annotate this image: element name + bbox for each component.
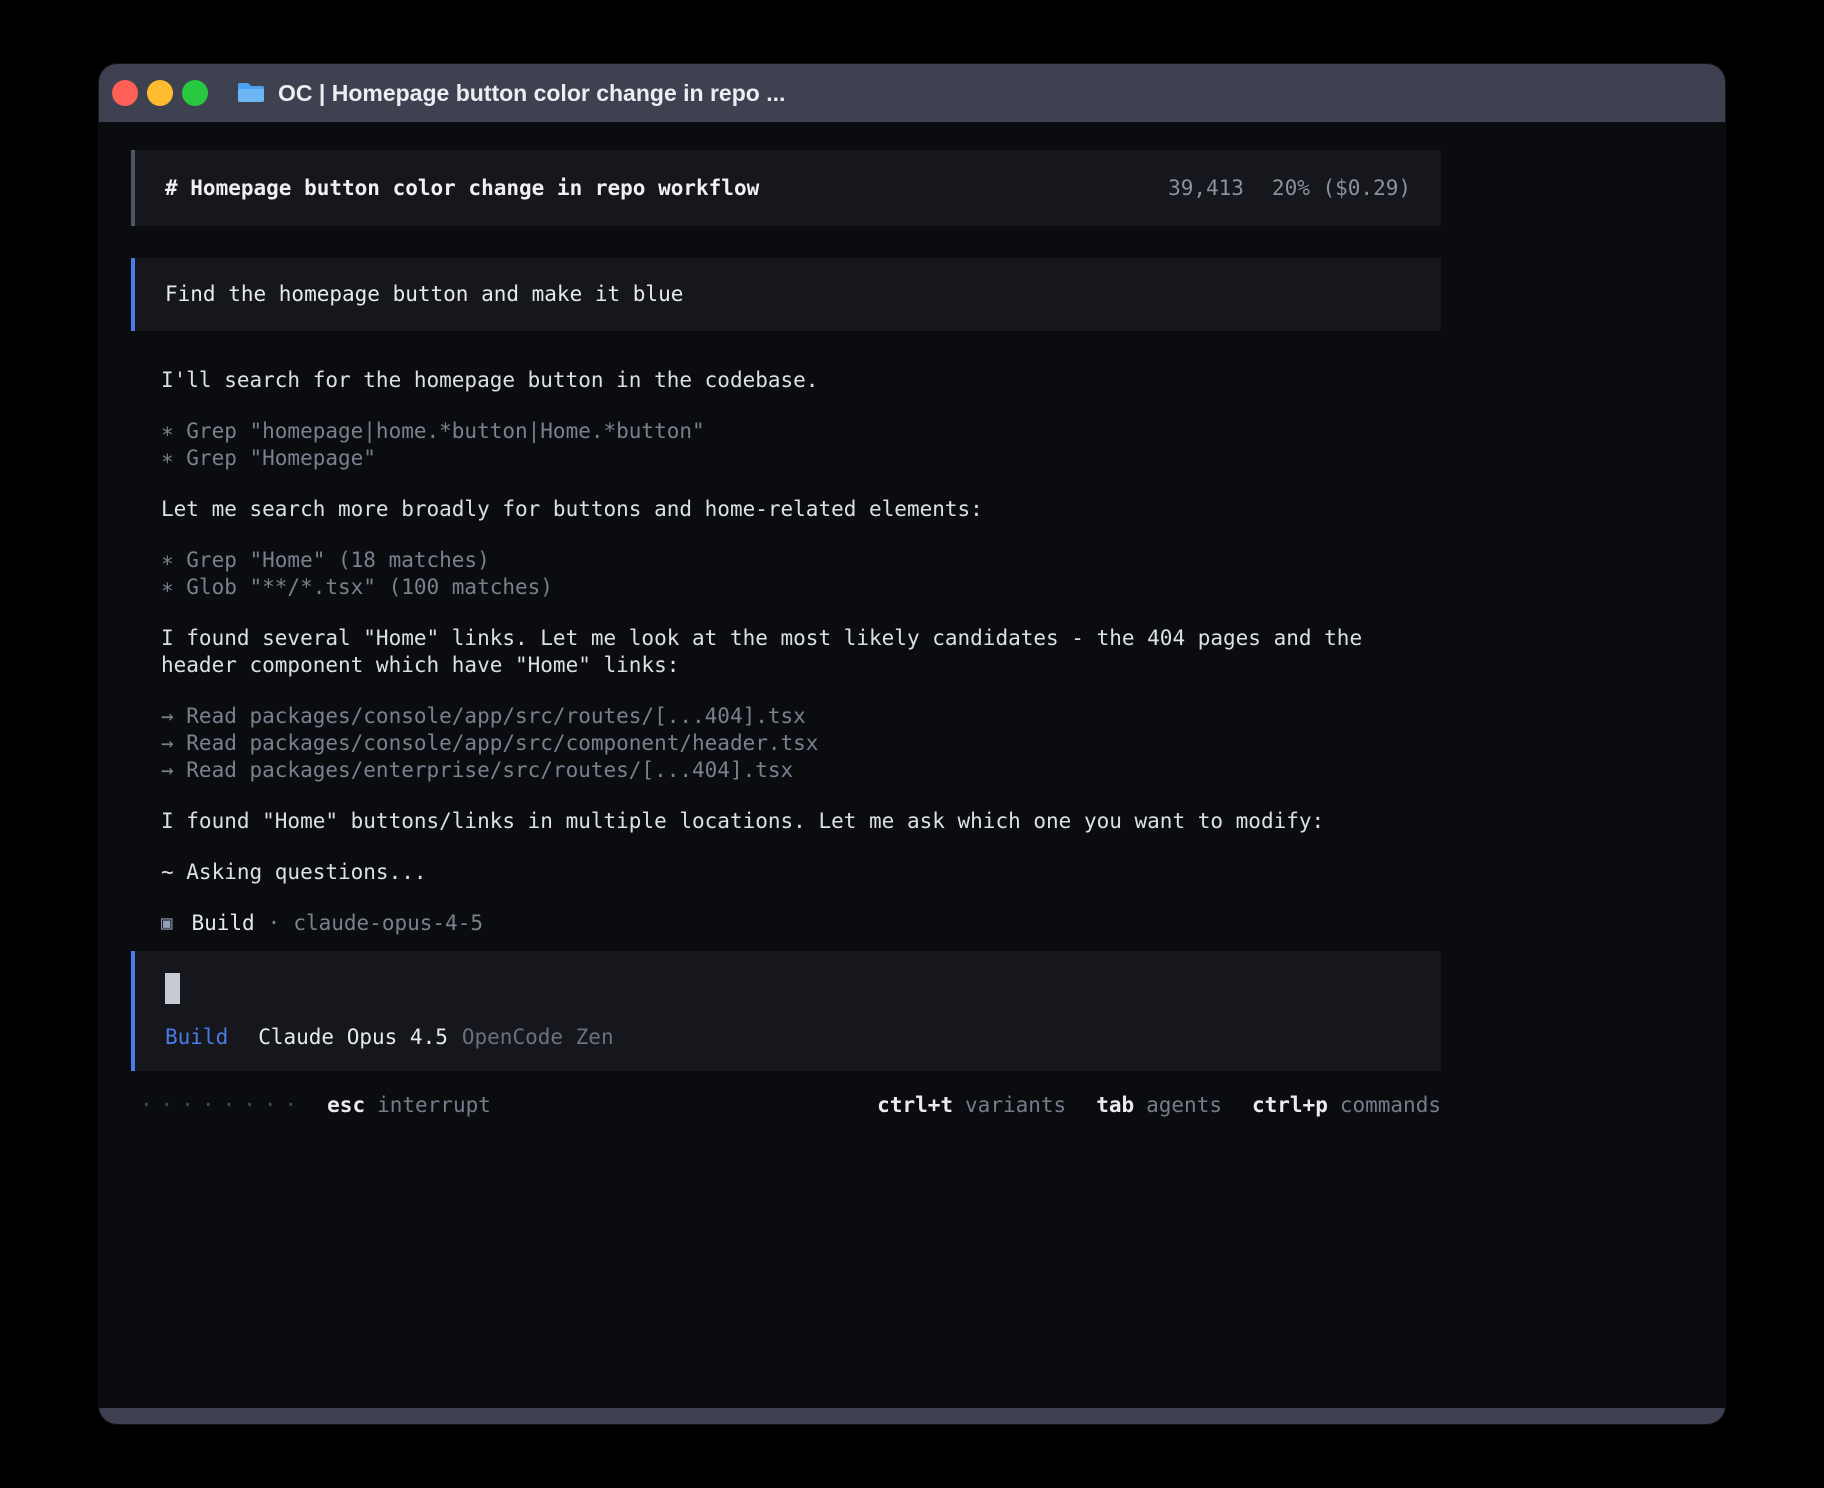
status-message: ~ Asking questions... — [161, 859, 1411, 886]
user-message: Find the homepage button and make it blu… — [131, 258, 1441, 331]
shortcut-commands: ctrl+p commands — [1252, 1093, 1441, 1117]
agent-badge: ▣ Build · claude-opus-4-5 — [161, 910, 1411, 937]
input-footer: Build Claude Opus 4.5 OpenCode Zen — [165, 1024, 1411, 1051]
tool-call-line: ∗ Grep "Home" (18 matches) — [161, 547, 1411, 574]
assistant-message: I found "Home" buttons/links in multiple… — [161, 808, 1411, 835]
shortcut-label: variants — [965, 1093, 1066, 1117]
tool-call-group: ∗ Grep "homepage|home.*button|Home.*butt… — [161, 418, 1411, 472]
text-cursor — [165, 973, 180, 1004]
mode-indicator[interactable]: Build — [165, 1024, 228, 1051]
esc-key-label: interrupt — [377, 1093, 491, 1117]
token-count: 39,413 — [1168, 176, 1244, 200]
window-title-group: OC | Homepage button color change in rep… — [236, 80, 785, 107]
tool-call-line: ∗ Glob "**/*.tsx" (100 matches) — [161, 574, 1411, 601]
shortcut-variants: ctrl+t variants — [877, 1093, 1066, 1117]
assistant-message: I'll search for the homepage button in t… — [161, 367, 1411, 394]
read-file-line: → Read packages/console/app/src/routes/[… — [161, 703, 1411, 730]
assistant-message: Let me search more broadly for buttons a… — [161, 496, 1411, 523]
shortcut-key: ctrl+p — [1252, 1093, 1328, 1117]
model-name[interactable]: Claude Opus 4.5 — [258, 1024, 448, 1051]
context-usage: 20% ($0.29) — [1272, 176, 1411, 200]
agent-name: Build — [191, 910, 254, 937]
window-titlebar[interactable]: OC | Homepage button color change in rep… — [99, 64, 1725, 122]
spinner-dots: ········ — [140, 1093, 305, 1117]
status-shortcuts: ctrl+t variants tab agents ctrl+p comman… — [877, 1093, 1441, 1117]
shortcut-agents: tab agents — [1096, 1093, 1222, 1117]
terminal-window: OC | Homepage button color change in rep… — [99, 64, 1725, 1424]
window-title: OC | Homepage button color change in rep… — [278, 80, 785, 107]
agent-separator: · — [268, 910, 281, 937]
provider-name: OpenCode Zen — [462, 1024, 614, 1051]
prompt-input[interactable]: Build Claude Opus 4.5 OpenCode Zen — [131, 951, 1441, 1071]
terminal-content: # Homepage button color change in repo w… — [99, 122, 1725, 1408]
shortcut-key: tab — [1096, 1093, 1134, 1117]
read-file-line: → Read packages/enterprise/src/routes/[.… — [161, 757, 1411, 784]
zoom-button[interactable] — [182, 80, 208, 106]
tool-call-group: → Read packages/console/app/src/routes/[… — [161, 703, 1411, 784]
tool-call-line: ∗ Grep "homepage|home.*button|Home.*butt… — [161, 418, 1411, 445]
read-file-line: → Read packages/console/app/src/componen… — [161, 730, 1411, 757]
agent-icon: ▣ — [161, 910, 172, 937]
status-left: ········ esc interrupt — [140, 1093, 491, 1117]
tool-call-line: ∗ Grep "Homepage" — [161, 445, 1411, 472]
traffic-lights — [112, 80, 208, 106]
folder-icon — [236, 81, 266, 105]
minimize-button[interactable] — [147, 80, 173, 106]
session-stats: 39,413 20% ($0.29) — [1168, 176, 1411, 200]
session-header: # Homepage button color change in repo w… — [131, 150, 1441, 226]
tool-call-group: ∗ Grep "Home" (18 matches) ∗ Glob "**/*.… — [161, 547, 1411, 601]
conversation: I'll search for the homepage button in t… — [131, 331, 1441, 937]
session-title: # Homepage button color change in repo w… — [165, 176, 759, 200]
close-button[interactable] — [112, 80, 138, 106]
status-bar: ········ esc interrupt ctrl+t variants t… — [131, 1093, 1441, 1117]
esc-key-hint: esc — [327, 1093, 365, 1117]
shortcut-key: ctrl+t — [877, 1093, 953, 1117]
user-message-text: Find the homepage button and make it blu… — [165, 282, 683, 306]
shortcut-label: commands — [1340, 1093, 1441, 1117]
agent-model: claude-opus-4-5 — [293, 910, 483, 937]
assistant-message: I found several "Home" links. Let me loo… — [161, 625, 1411, 679]
shortcut-label: agents — [1146, 1093, 1222, 1117]
